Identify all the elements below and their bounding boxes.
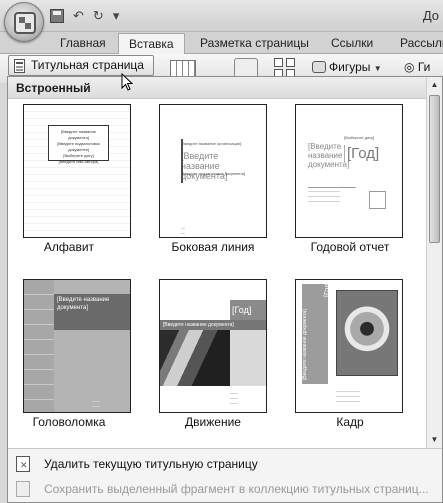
refresh-icon[interactable]: ↻	[93, 7, 104, 25]
cover-label-alphabet: Алфавит	[43, 240, 95, 254]
gallery-scrollbar[interactable]: ▲ ▼	[426, 77, 442, 448]
cover-thumb-annual[interactable]: [Выберите дату] [Введите название докуме…	[295, 104, 403, 238]
save-selection-label: Сохранить выделенный фрагмент в коллекци…	[44, 482, 429, 496]
office-button[interactable]	[4, 2, 44, 42]
tab-insert[interactable]: Вставка	[118, 33, 185, 54]
org-text: [Введите название организации]	[181, 141, 242, 146]
subtitle-text: [Введите подзаголовок документа]	[57, 141, 100, 152]
ribbon-tabs: Главная Вставка Разметка страницы Ссылки…	[0, 32, 443, 54]
cover-label-frame: Кадр	[336, 415, 364, 429]
author-text: —— ——	[92, 398, 100, 408]
scroll-up-icon[interactable]: ▲	[427, 77, 442, 93]
title-text: [Введите название документа]	[181, 151, 228, 181]
cover-label-motion: Движение	[185, 415, 241, 429]
cover-thumb-alphabet[interactable]: [Введите название документа] [Введите по…	[23, 104, 131, 238]
cover-thumb-frame[interactable]: [Введите название документа] [Год] —————…	[295, 279, 403, 413]
quick-access-toolbar: ↶ ↻ ▾	[50, 7, 119, 25]
author-text: —— —— ——	[230, 390, 238, 405]
shapes-button[interactable]: Фигуры ▼	[312, 58, 382, 78]
side-line	[181, 139, 183, 183]
flower-photo	[336, 290, 398, 376]
abstract-text: ———————— ———————— ————————	[308, 187, 356, 211]
page-icon	[14, 59, 25, 73]
cover-page-label: Титульная страница	[31, 58, 144, 72]
cover-thumb-motion[interactable]: [Год] [Введите название документа] —— —— —…	[159, 279, 267, 413]
title-text: [Введите название документа]	[61, 129, 96, 140]
save-to-gallery-icon	[16, 481, 30, 497]
remove-cover-page-label: Удалить текущую титульную страницу	[44, 457, 258, 471]
tab-references[interactable]: Ссылки	[331, 33, 373, 54]
office-logo-icon	[14, 12, 36, 34]
year-text: [Год]	[230, 300, 266, 320]
undo-icon[interactable]: ↶	[73, 7, 84, 25]
cover-label-puzzle: Головоломка	[32, 415, 106, 429]
abstract-text: —————— —————— ——————	[336, 388, 360, 403]
cover-thumb-sideline[interactable]: [Введите название организации] [Введите …	[159, 104, 267, 238]
title-text: [Введите название документа]	[54, 294, 130, 330]
title-bar: ↶ ↻ ▾ До	[0, 0, 443, 32]
gallery-grid: [Введите название документа] [Введите по…	[8, 100, 427, 448]
gallery-menu: ✕ Удалить текущую титульную страницу Сох…	[8, 448, 442, 502]
save-selection-to-gallery-item[interactable]: Сохранить выделенный фрагмент в коллекци…	[8, 476, 442, 502]
shapes-label: Фигуры	[329, 60, 371, 74]
tab-mailings[interactable]: Рассылк	[400, 33, 443, 54]
window-title: До	[422, 8, 439, 23]
subtitle-text: [Введите подзаголовок документа]	[181, 171, 246, 176]
author-text: [Введите имя автора]	[58, 159, 99, 164]
globe-icon: ◎	[404, 60, 415, 74]
date-text: [Выберите дату]	[344, 135, 375, 140]
section-header: Встроенный	[8, 77, 427, 99]
tab-page-layout[interactable]: Разметка страницы	[200, 33, 309, 54]
author-text: — —	[181, 225, 185, 235]
hyperlink-button[interactable]: ◎ Ги	[404, 58, 430, 76]
save-icon[interactable]	[50, 9, 64, 23]
scroll-thumb[interactable]	[429, 95, 440, 243]
cover-label-annual: Годовой отчет	[310, 240, 390, 254]
side-panel	[230, 330, 266, 386]
scroll-down-icon[interactable]: ▼	[427, 432, 442, 448]
cover-label-sideline: Боковая линия	[171, 240, 255, 254]
delete-page-icon: ✕	[16, 456, 30, 472]
logo-placeholder	[369, 191, 386, 209]
hyperlink-label: Ги	[417, 60, 431, 74]
tile-strip	[24, 280, 54, 412]
cover-page-gallery: Встроенный [Введите название документа] …	[7, 76, 443, 503]
title-text: [Введите название документа]	[160, 320, 266, 330]
title-placeholder: [Введите название документа] [Введите по…	[48, 125, 109, 164]
chevron-down-icon: ▼	[373, 64, 382, 73]
tab-home[interactable]: Главная	[60, 33, 106, 54]
customize-qat-icon[interactable]: ▾	[113, 7, 120, 25]
mouse-cursor-icon	[121, 73, 134, 91]
train-photo	[160, 330, 230, 386]
remove-cover-page-item[interactable]: ✕ Удалить текущую титульную страницу	[8, 451, 442, 477]
year-text: [Год]	[344, 145, 394, 162]
shapes-icon	[312, 61, 326, 73]
cover-thumb-puzzle[interactable]: [Введите название документа] —— ——	[23, 279, 131, 413]
title-text: [Введите название документа]	[302, 309, 308, 380]
